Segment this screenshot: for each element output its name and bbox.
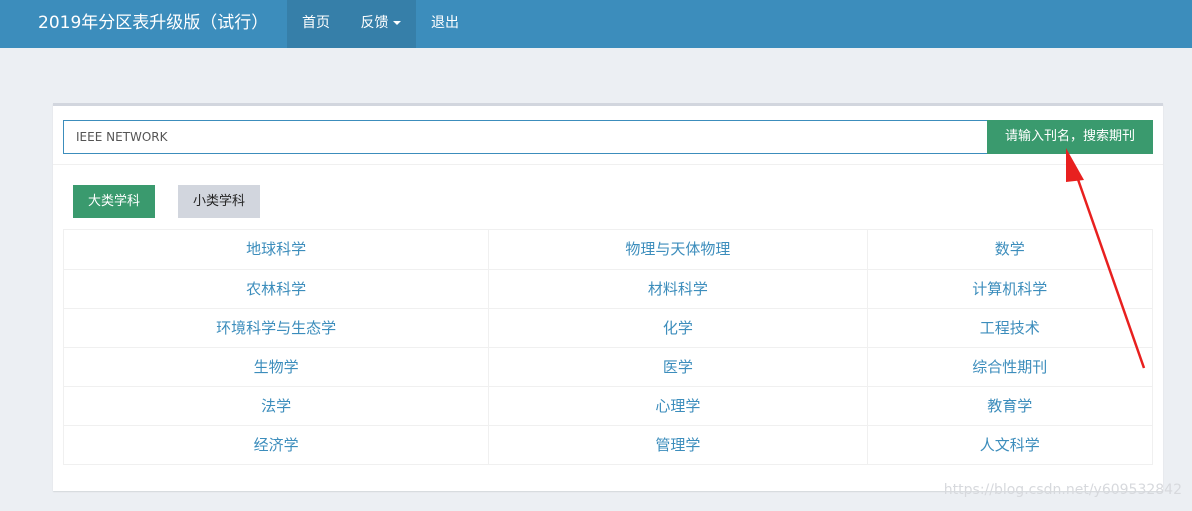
subject-link[interactable]: 法学: [64, 387, 488, 425]
tab-minor-subjects[interactable]: 小类学科: [178, 185, 260, 218]
subject-row: 环境科学与生态学 化学 工程技术: [64, 308, 1152, 347]
top-navbar: 2019年分区表升级版（试行） 首页 反馈 退出: [0, 0, 1192, 48]
subject-link[interactable]: 生物学: [64, 348, 488, 386]
subject-grid: 地球科学 物理与天体物理 数学 农林科学 材料科学 计算机科学 环境科学与生态学 化学 工程技术…: [63, 229, 1153, 465]
nav-home[interactable]: 首页: [287, 0, 345, 48]
subject-link[interactable]: 管理学: [488, 426, 866, 464]
subject-link[interactable]: 计算机科学: [866, 270, 1152, 308]
subject-link[interactable]: 医学: [488, 348, 866, 386]
subject-row: 农林科学 材料科学 计算机科学: [64, 269, 1152, 308]
nav-logout-label: 退出: [431, 15, 459, 31]
subject-link[interactable]: 地球科学: [64, 230, 488, 269]
journal-search-input[interactable]: [63, 120, 988, 154]
subject-link[interactable]: 综合性期刊: [866, 348, 1152, 386]
subject-row: 法学 心理学 教育学: [64, 386, 1152, 425]
subject-row: 生物学 医学 综合性期刊: [64, 347, 1152, 386]
subject-link[interactable]: 数学: [866, 230, 1152, 269]
subject-link[interactable]: 材料科学: [488, 270, 866, 308]
subject-link[interactable]: 教育学: [866, 387, 1152, 425]
subject-link[interactable]: 工程技术: [866, 309, 1152, 347]
subject-link[interactable]: 心理学: [488, 387, 866, 425]
nav-logout[interactable]: 退出: [416, 0, 474, 48]
nav-feedback-dropdown[interactable]: 反馈: [345, 0, 416, 48]
subject-link[interactable]: 环境科学与生态学: [64, 309, 488, 347]
subject-link[interactable]: 农林科学: [64, 270, 488, 308]
subject-row: 地球科学 物理与天体物理 数学: [64, 230, 1152, 269]
subject-link[interactable]: 经济学: [64, 426, 488, 464]
watermark: https://blog.csdn.net/y609532842: [943, 482, 1182, 498]
nav-feedback-label: 反馈: [360, 15, 389, 31]
subject-link[interactable]: 物理与天体物理: [488, 230, 866, 269]
app-title[interactable]: 2019年分区表升级版（试行）: [38, 0, 268, 48]
subject-row: 经济学 管理学 人文科学: [64, 425, 1152, 464]
subject-link[interactable]: 化学: [488, 309, 866, 347]
search-button[interactable]: 请输入刊名，搜索期刊: [987, 120, 1153, 154]
main-card: 请输入刊名，搜索期刊 大类学科 小类学科 地球科学物理与天体物理数学农林科学材料…: [53, 103, 1163, 491]
tab-major-subjects[interactable]: 大类学科: [73, 185, 155, 218]
caret-down-icon: [392, 21, 401, 25]
divider: [53, 164, 1163, 165]
subject-link[interactable]: 人文科学: [866, 426, 1152, 464]
nav-home-label: 首页: [302, 15, 330, 31]
